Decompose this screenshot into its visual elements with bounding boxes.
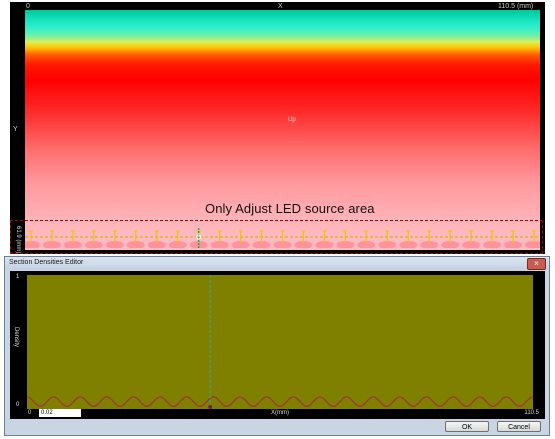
ruler-x-label: X — [278, 3, 283, 10]
ruler-y-label: Y — [13, 126, 18, 133]
dialog-titlebar[interactable]: Section Densities Editor × — [5, 257, 549, 270]
illuminance-plot[interactable]: Up Only Adjust LED source area — [25, 10, 540, 250]
density-cursor-handle — [208, 405, 213, 409]
ruler-x-start: 0 — [26, 3, 30, 10]
density-chart[interactable] — [27, 275, 533, 409]
density-chart-frame: 1 Density 0 0 0.02 X(mm) 110.5 — [10, 271, 545, 419]
dialog-title: Section Densities Editor — [9, 259, 84, 266]
section-densities-editor-dialog: Section Densities Editor × 1 Density 0 0… — [4, 256, 550, 436]
cancel-button[interactable]: Cancel — [497, 421, 541, 432]
y-axis-min: 0 — [16, 402, 20, 408]
ok-button[interactable]: OK — [445, 421, 489, 432]
x-axis-min: 0 — [28, 410, 32, 416]
density-series-line — [27, 396, 533, 407]
x-axis-label: X(mm) — [271, 410, 289, 416]
y-axis-max: 1 — [16, 274, 20, 280]
ruler-x-end: 110.5 (mm) — [498, 3, 534, 10]
led-area-highlight — [10, 220, 543, 254]
y-axis-label: Density — [13, 327, 19, 348]
density-chart-svg — [27, 275, 533, 409]
led-area-caption: Only Adjust LED source area — [205, 201, 375, 216]
x-axis-max: 110.5 — [524, 410, 539, 416]
up-label: Up — [288, 117, 296, 123]
light-map-view: 0 X 110.5 (mm) Y 61.9 (mm) Up Only Adjus… — [10, 2, 545, 254]
x-value-field[interactable]: 0.02 — [39, 409, 81, 417]
close-button[interactable]: × — [527, 258, 546, 270]
